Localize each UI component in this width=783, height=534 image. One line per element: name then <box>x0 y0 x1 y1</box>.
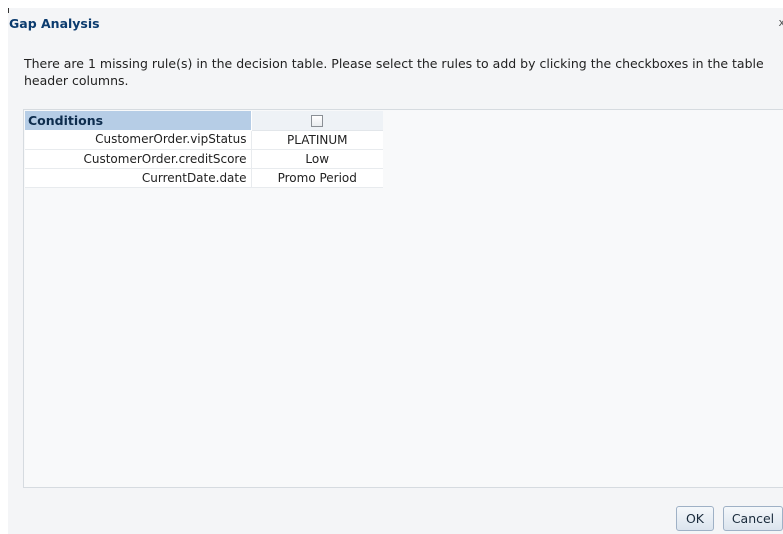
rule-select-header <box>251 111 383 131</box>
dialog-title: Gap Analysis <box>9 16 100 31</box>
table-row: CurrentDate.date Promo Period <box>25 168 383 188</box>
rule-select-checkbox[interactable] <box>311 114 324 127</box>
condition-value: PLATINUM <box>251 130 383 150</box>
gap-rules-table: Conditions CustomerOrder.vipStatus PLATI… <box>25 111 383 188</box>
table-header-row: Conditions <box>25 111 383 131</box>
ok-button[interactable]: OK <box>676 506 714 531</box>
table-row: CustomerOrder.vipStatus PLATINUM <box>25 130 383 150</box>
resize-corner-mark <box>8 8 9 13</box>
condition-value: Promo Period <box>251 168 383 188</box>
table-row: CustomerOrder.creditScore Low <box>25 149 383 169</box>
cancel-button[interactable]: Cancel <box>723 506 783 531</box>
close-icon[interactable]: x <box>778 16 783 29</box>
conditions-header: Conditions <box>25 111 252 130</box>
gap-analysis-dialog: Gap Analysis x There are 1 missing rule(… <box>8 8 783 534</box>
decision-table-panel: Conditions CustomerOrder.vipStatus PLATI… <box>23 109 783 488</box>
condition-value: Low <box>251 149 383 169</box>
condition-label: CustomerOrder.vipStatus <box>25 130 252 150</box>
condition-label: CurrentDate.date <box>25 168 252 188</box>
condition-label: CustomerOrder.creditScore <box>25 149 252 169</box>
gap-message: There are 1 missing rule(s) in the decis… <box>24 56 764 88</box>
